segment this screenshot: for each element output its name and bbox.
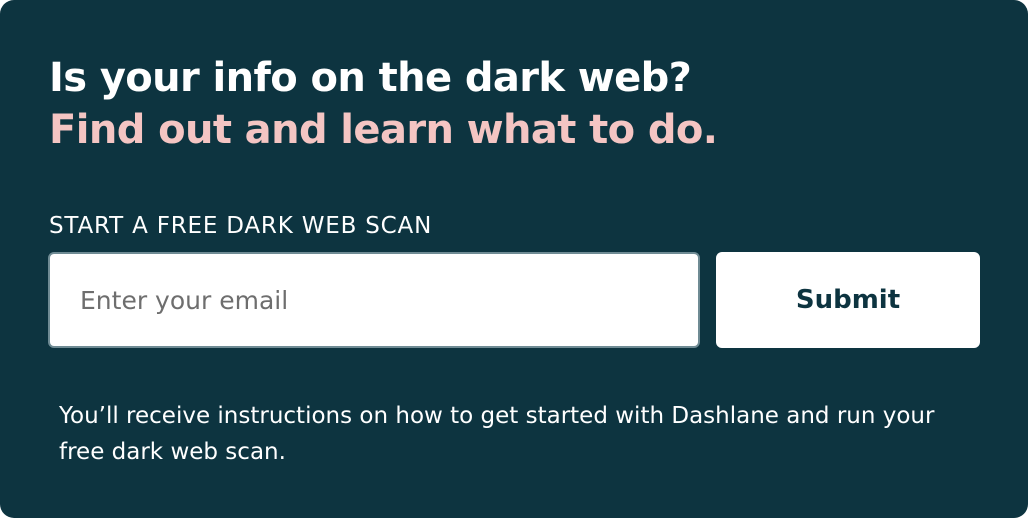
headline-cta: Find out and learn what to do. — [49, 107, 718, 153]
dark-web-scan-card: Is your info on the dark web? Find out a… — [0, 0, 1028, 518]
submit-button[interactable]: Submit — [716, 252, 980, 348]
scan-form-label: START A FREE DARK WEB SCAN — [49, 213, 433, 239]
instructions-notice: You’ll receive instructions on how to ge… — [59, 403, 935, 465]
headline: Is your info on the dark web? Find out a… — [49, 52, 718, 156]
headline-question: Is your info on the dark web? — [49, 55, 692, 101]
email-input[interactable] — [48, 252, 700, 348]
